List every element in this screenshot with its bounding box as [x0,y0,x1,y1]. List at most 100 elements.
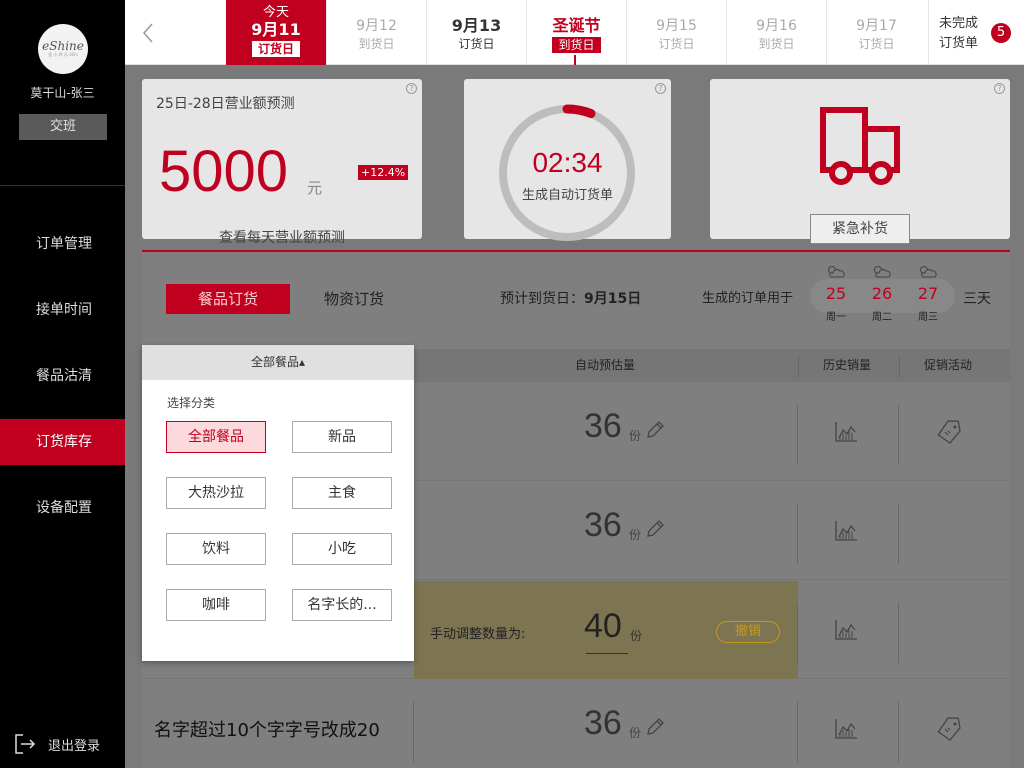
category-option-drinks[interactable]: 饮料 [166,533,266,565]
logo-text: eShine [42,39,84,53]
promotion-tag-icon[interactable] [936,716,962,742]
sidebar-item-accept-time[interactable]: 接单时间 [0,287,125,333]
help-icon[interactable]: ? [655,83,666,94]
category-option-staple[interactable]: 主食 [292,477,392,509]
column-divider [797,405,798,465]
column-divider [797,702,798,762]
manual-adjust-label: 手动调整数量为: [430,627,526,642]
promotion-tag-icon[interactable] [936,419,962,445]
date-type-badge: 订货日 [251,41,300,57]
category-option-long-name[interactable]: 名字长的... [292,589,392,621]
auto-quantity: 36 [584,407,622,445]
category-option-all[interactable]: 全部餐品 [166,421,266,453]
date-type-label: 订货日 [858,37,895,51]
category-option-salad[interactable]: 大热沙拉 [166,477,266,509]
item-name: 名字超过10个字字号改成20 [154,720,380,741]
back-button[interactable] [125,0,170,65]
expected-arrival-date: 9月15日 [584,291,642,307]
day-number: 26 [871,284,893,303]
countdown-time: 02:34 [532,147,603,178]
sidebar-divider [0,185,125,186]
category-option-snacks[interactable]: 小吃 [292,533,392,565]
sales-chart-icon[interactable] [834,520,858,542]
handover-button[interactable]: 交班 [19,114,107,140]
store-name: 莫干山-张三 [30,86,95,100]
edit-pencil-icon[interactable] [645,519,665,539]
date-type-label: 订货日 [658,37,695,51]
forecast-value: 5000 [159,139,289,204]
category-dropdown-toggle[interactable]: 全部餐品▴ [142,345,414,380]
help-icon[interactable]: ? [994,83,1005,94]
sidebar-item-order-management[interactable]: 订单管理 [0,221,125,267]
quantity-unit: 份 [629,429,642,443]
urgent-restock-card: ? 紧急补货 [710,79,1010,244]
column-divider [797,504,798,564]
sales-chart-icon[interactable] [834,718,858,740]
sidebar-item-device-config[interactable]: 设备配置 [0,485,125,531]
date-label: 9月12 [356,18,397,34]
view-daily-forecast-link[interactable]: 查看每天营业额预测 [142,227,422,247]
forecast-unit: 元 [307,179,323,197]
sidebar-item-ordering-inventory[interactable]: 订货库存 [0,419,125,465]
date-label: 9月17 [856,18,897,34]
column-divider [899,355,900,377]
day-item: 26 周二 [862,264,902,323]
logout-button[interactable]: 退出登录 [14,733,100,755]
date-cell[interactable]: 9月12 到货日 [326,0,426,65]
undo-button[interactable]: 撤销 [716,621,780,643]
edit-pencil-icon[interactable] [645,420,665,440]
cloudy-sun-icon [874,266,891,278]
tab-food-ordering[interactable]: 餐品订货 [166,284,290,314]
column-divider [413,702,414,762]
logo-subtext: 圣 小 时 乐 eShi [48,52,78,57]
date-type-badge: 到货日 [552,37,601,53]
date-cell-today[interactable]: 今天 9月11 订货日 [226,0,326,65]
unfinished-orders-button[interactable]: 未完成订货单 5 [928,0,1024,65]
day-number: 27 [917,284,939,303]
holiday-label: 圣诞节 [552,16,601,35]
quantity-unit: 份 [629,726,642,740]
sales-chart-icon[interactable] [834,421,858,443]
revenue-forecast-card: 25日-28日营业额预测 ? 5000 元 +12.4% 查看每天营业额预测 [142,79,422,246]
weekday-label: 周一 [826,312,846,323]
cloudy-sun-icon [828,266,845,278]
expected-arrival-label: 预计到货日： [500,291,584,307]
column-divider [898,405,899,465]
dropdown-caption: 选择分类 [167,396,216,410]
date-label: 9月16 [756,18,797,34]
table-row[interactable]: 名字超过10个字字号改成20 36 份 [142,680,1010,768]
sales-chart-icon[interactable] [834,619,858,641]
sidebar-item-sold-out[interactable]: 餐品沽清 [0,353,125,399]
auto-quantity: 36 [584,704,622,742]
quantity-underline [586,653,628,654]
date-type-label: 到货日 [758,37,795,51]
help-icon[interactable]: ? [406,83,417,94]
logout-label: 退出登录 [48,738,101,754]
date-cell-holiday[interactable]: 圣诞节 到货日 [526,0,626,65]
category-option-new[interactable]: 新品 [292,421,392,453]
category-option-coffee[interactable]: 咖啡 [166,589,266,621]
selected-date-marker [574,55,576,65]
history-sales-header: 历史销量 [823,358,872,372]
promotion-header: 促销活动 [924,358,973,372]
sidebar: eShine 圣 小 时 乐 eShi 莫干山-张三 交班 订单管理 接单时间 … [0,0,125,768]
forecast-change-badge: +12.4% [358,165,409,180]
chevron-left-icon [142,23,153,42]
urgent-restock-button[interactable]: 紧急补货 [810,214,910,244]
generated-for-label: 生成的订单用于 [702,291,794,306]
column-divider [898,603,899,663]
edit-pencil-icon[interactable] [645,717,665,737]
forecast-title: 25日-28日营业额预测 [156,96,295,112]
truck-icon [820,107,900,185]
date-cell[interactable]: 9月15 订货日 [626,0,726,65]
tab-supply-ordering[interactable]: 物资订货 [324,284,384,314]
date-type-label: 到货日 [358,37,395,51]
auto-estimate-header: 自动预估量 [575,358,636,372]
date-cell[interactable]: 9月17 订货日 [826,0,926,65]
column-divider [798,355,799,377]
date-cell[interactable]: 9月16 到货日 [726,0,826,65]
expected-arrival: 预计到货日：9月15日 [500,284,641,314]
date-cell[interactable]: 9月13 订货日 [426,0,526,65]
manual-quantity[interactable]: 40 [584,607,622,646]
countdown-label: 生成自动订货单 [521,188,613,203]
